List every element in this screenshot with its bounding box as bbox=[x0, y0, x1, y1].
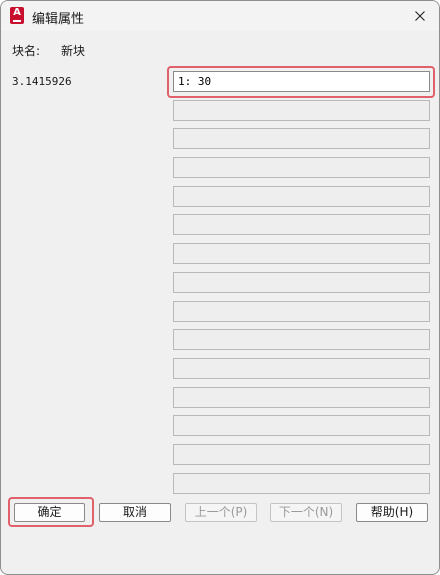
window-title: 编辑属性 bbox=[32, 12, 85, 27]
empty-attribute-field bbox=[173, 157, 430, 179]
empty-attribute-field bbox=[173, 99, 430, 121]
autocad-icon: A bbox=[10, 7, 24, 24]
empty-attribute-field bbox=[173, 443, 430, 465]
close-button[interactable] bbox=[407, 4, 433, 28]
empty-attribute-field bbox=[173, 472, 430, 494]
empty-attribute-field bbox=[173, 386, 430, 408]
empty-attribute-field bbox=[173, 214, 430, 236]
help-button[interactable]: 帮助(H) bbox=[356, 503, 428, 522]
empty-attribute-field bbox=[173, 271, 430, 293]
empty-attribute-field bbox=[173, 415, 430, 437]
next-button: 下一个(N) bbox=[270, 503, 342, 522]
close-icon bbox=[415, 11, 425, 21]
empty-attribute-field bbox=[173, 357, 430, 379]
empty-attribute-field bbox=[173, 243, 430, 265]
title-bar: A 编辑属性 bbox=[1, 1, 439, 31]
block-name-label: 块名: bbox=[12, 44, 41, 58]
edit-attributes-dialog: A 编辑属性 块名: 新块 3.1415926 1: 30 确定 取消 上一个(… bbox=[0, 0, 440, 575]
attribute-prompt-label: 3.1415926 bbox=[12, 75, 72, 88]
cancel-button[interactable]: 取消 bbox=[99, 503, 171, 522]
empty-attribute-field bbox=[173, 185, 430, 207]
previous-button: 上一个(P) bbox=[185, 503, 257, 522]
attribute-fields: 1: 30 bbox=[173, 71, 430, 501]
block-name-value: 新块 bbox=[61, 44, 86, 58]
empty-attribute-field bbox=[173, 300, 430, 322]
ok-button-highlight bbox=[8, 497, 94, 527]
value-field-highlight bbox=[167, 66, 435, 98]
empty-attribute-field bbox=[173, 128, 430, 150]
empty-attribute-field bbox=[173, 329, 430, 351]
